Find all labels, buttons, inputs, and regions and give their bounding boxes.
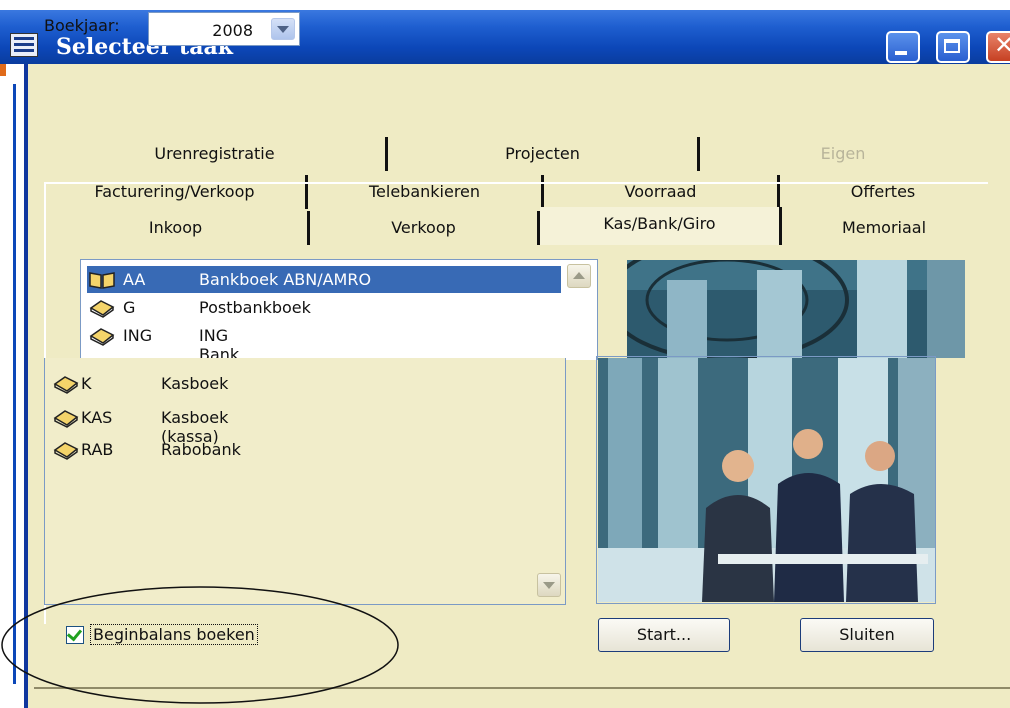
journal-code: K	[81, 374, 92, 393]
tab-row-1: Urenregistratie Projecten Eigen	[44, 137, 986, 171]
journal-code: AA	[123, 270, 146, 289]
journal-code: G	[123, 298, 136, 317]
journal-code: KAS	[81, 408, 113, 427]
photo-frame	[596, 356, 936, 604]
journal-name: Bankboek ABN/AMRO	[199, 270, 372, 289]
scroll-up-button[interactable]	[567, 264, 591, 288]
form-icon	[10, 33, 38, 57]
journal-list[interactable]: AA Bankboek ABN/AMRO G Postbankboek ING …	[80, 259, 598, 364]
sluiten-button[interactable]: Sluiten	[800, 618, 934, 652]
maximize-button[interactable]	[936, 31, 970, 63]
minimize-button[interactable]	[886, 31, 920, 63]
chevron-down-icon[interactable]	[271, 18, 295, 40]
tab-eigen[interactable]: Eigen	[700, 137, 986, 171]
journal-code: ING	[123, 326, 153, 345]
boekjaar-value: 2008	[212, 21, 253, 40]
business-photo-top	[627, 260, 965, 358]
book-icon	[53, 442, 79, 460]
book-icon	[89, 328, 115, 346]
boekjaar-select[interactable]: 2008	[148, 12, 300, 46]
tab-urenregistratie[interactable]: Urenregistratie	[44, 137, 388, 171]
open-book-icon	[89, 272, 115, 289]
close-icon: ✕	[994, 31, 1010, 59]
journal-list-continued[interactable]: K Kasboek KAS Kasboek (kassa) RAB Raboba…	[44, 358, 566, 605]
journal-name: Kasboek	[161, 374, 229, 393]
close-button[interactable]: ✕	[986, 31, 1010, 63]
annotation-ellipse	[1, 586, 399, 704]
edge-accent	[0, 64, 6, 76]
journal-name: Postbankboek	[199, 298, 311, 317]
scroll-down-button[interactable]	[537, 573, 561, 597]
boekjaar-label: Boekjaar:	[44, 16, 120, 35]
book-icon	[53, 376, 79, 394]
selecteer-taak-window: Selecteer taak ✕ Boekjaar: 2008 Urenregi…	[0, 0, 1010, 708]
journal-code: RAB	[81, 440, 114, 459]
book-icon	[89, 300, 115, 318]
start-button[interactable]: Start...	[598, 618, 730, 652]
journal-name: Rabobank	[161, 440, 241, 459]
book-icon	[53, 410, 79, 428]
list-item[interactable]: AA Bankboek ABN/AMRO	[87, 266, 561, 293]
tab-projecten[interactable]: Projecten	[388, 137, 700, 171]
